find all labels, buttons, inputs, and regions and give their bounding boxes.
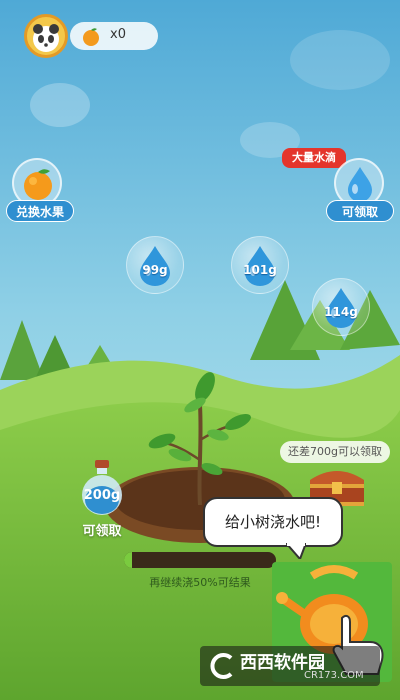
hint-text: 给小树浇水吧!	[224, 513, 321, 531]
bottle-value: 200g	[83, 488, 121, 503]
exchange-fruit-label[interactable]: 兑换水果	[6, 200, 74, 222]
fruit-count: x0	[110, 27, 126, 42]
watermark: 西西软件园 CR173.COM	[200, 646, 380, 686]
speech-tail	[286, 543, 306, 559]
water-drop-value: 114g	[324, 305, 358, 319]
progress-bar	[124, 552, 276, 568]
water-drop-value: 99g	[142, 263, 168, 277]
watermark-url: CR173.COM	[304, 670, 364, 681]
avatar[interactable]	[24, 14, 68, 58]
water-drop-bubble[interactable]: 101g	[231, 236, 289, 294]
chest-label: 还差700g可以领取	[280, 441, 390, 463]
water-tag: 大量水滴	[282, 148, 346, 168]
orange-icon	[83, 28, 99, 46]
watermark-logo-icon	[210, 653, 233, 679]
sapling-tree[interactable]	[140, 365, 260, 505]
water-drop-value: 101g	[243, 263, 277, 277]
water-bottle-icon[interactable]	[80, 458, 124, 516]
fruit-counter: x0	[70, 22, 158, 50]
orange-icon	[24, 169, 52, 200]
water-drop-bubble[interactable]: 114g	[312, 278, 370, 336]
progress-label: 再继续浇50%可结果	[149, 576, 251, 589]
game-scene: x0 兑换水果 大量水滴 可领取 99g 101g 114g 200g 可领取 …	[0, 0, 400, 700]
hint-speech-bubble: 给小树浇水吧!	[203, 497, 343, 547]
panda-icon	[33, 24, 59, 52]
water-drop-bubble[interactable]: 99g	[126, 236, 184, 294]
collect-water-label[interactable]: 可领取	[326, 200, 394, 222]
bottle-label[interactable]: 可领取	[72, 520, 132, 539]
water-drop-icon	[348, 167, 372, 202]
